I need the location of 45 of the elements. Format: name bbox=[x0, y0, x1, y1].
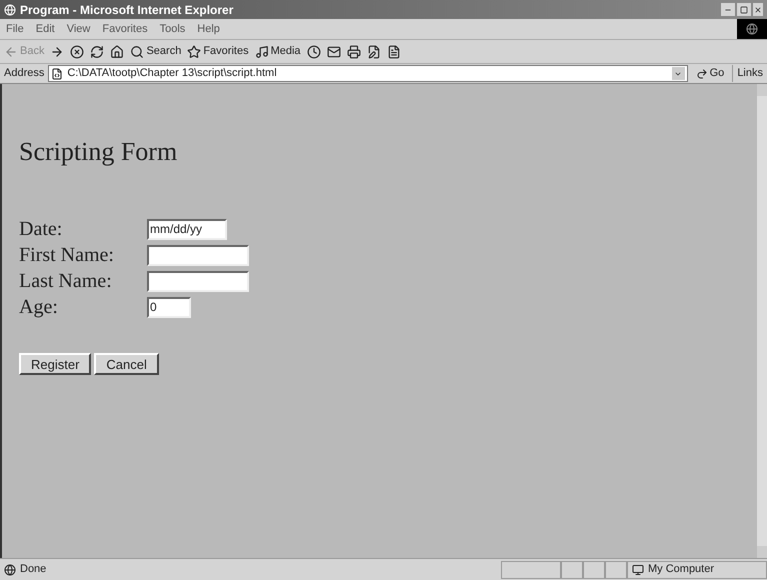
close-button[interactable] bbox=[753, 3, 763, 16]
address-label: Address bbox=[4, 66, 44, 82]
page-icon bbox=[51, 68, 64, 80]
field-label: Age: bbox=[19, 295, 59, 319]
globe-icon bbox=[746, 23, 758, 35]
star-icon bbox=[187, 44, 202, 58]
address-text: C:\DATA\tootp\Chapter 13\script\script.html bbox=[67, 66, 277, 82]
address-field[interactable]: C:\DATA\tootp\Chapter 13\script\script.html bbox=[48, 65, 688, 82]
text-field[interactable] bbox=[147, 270, 249, 292]
window-title: Program - Microsoft Internet Explorer bbox=[20, 2, 234, 18]
close-icon bbox=[754, 6, 762, 14]
status-text: Done bbox=[20, 562, 46, 578]
maximize-icon bbox=[740, 6, 748, 14]
page-heading: Scripting Form bbox=[19, 139, 178, 165]
dropdown-button[interactable] bbox=[672, 67, 685, 80]
toolbar-button[interactable]: Media bbox=[254, 43, 301, 60]
go-button[interactable]: Go bbox=[692, 65, 728, 82]
menu-item[interactable]: Help bbox=[191, 20, 226, 38]
menu-item[interactable]: Edit bbox=[30, 20, 61, 38]
music-icon bbox=[254, 44, 269, 58]
page-icon bbox=[4, 564, 16, 576]
field-label: Last Name: bbox=[19, 269, 113, 293]
form-button[interactable]: Cancel bbox=[94, 353, 159, 375]
menu-item[interactable]: Favorites bbox=[96, 20, 154, 38]
toolbar-button[interactable]: Search bbox=[130, 43, 182, 60]
browser-icon bbox=[4, 4, 16, 16]
zone-text: My Computer bbox=[648, 562, 714, 578]
scrollbar[interactable] bbox=[757, 84, 767, 558]
search-icon bbox=[130, 44, 144, 58]
minimize-button[interactable] bbox=[721, 3, 735, 16]
status-panel bbox=[583, 560, 605, 578]
menu-item[interactable]: View bbox=[60, 20, 96, 38]
toolbar-button[interactable]: Favorites bbox=[187, 43, 249, 60]
links-button[interactable]: Links bbox=[732, 65, 763, 82]
field-label: First Name: bbox=[19, 243, 115, 267]
text-field[interactable]: mm/dd/yy bbox=[147, 218, 227, 240]
form-button[interactable]: Register bbox=[19, 353, 92, 375]
text-field[interactable] bbox=[147, 244, 249, 266]
go-arrow-icon bbox=[696, 68, 708, 80]
field-label: Date: bbox=[19, 217, 64, 241]
menu-item[interactable]: Tools bbox=[154, 20, 192, 38]
menu-item[interactable]: File bbox=[0, 20, 30, 38]
maximize-button[interactable] bbox=[737, 3, 751, 16]
text-field[interactable]: 0 bbox=[147, 296, 191, 318]
computer-icon bbox=[632, 564, 644, 576]
